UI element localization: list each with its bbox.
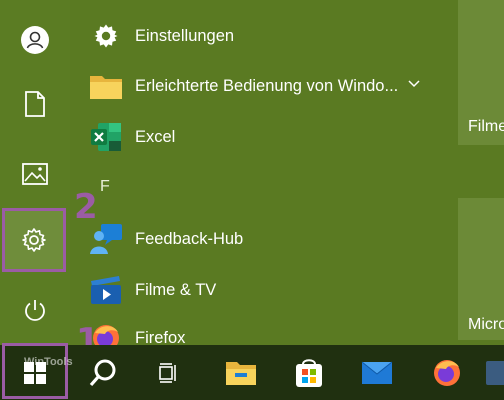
chevron-down-icon[interactable] — [408, 80, 420, 88]
section-letter[interactable]: F — [100, 178, 110, 196]
microsoft-store-button[interactable] — [282, 345, 336, 400]
firefox-icon — [434, 359, 460, 386]
gear-icon — [22, 228, 46, 252]
power-icon — [25, 300, 45, 321]
image-icon — [22, 163, 48, 185]
app-item-feedback-hub[interactable]: Feedback-Hub — [70, 215, 450, 263]
app-item-einstellungen[interactable]: Einstellungen — [70, 12, 450, 60]
app-label: Erleichterte Bedienung von Windo... — [135, 76, 399, 95]
app-label: Einstellungen — [135, 26, 235, 45]
tile-label: Filme — [468, 118, 504, 135]
mail-button[interactable] — [350, 345, 404, 400]
app-label: Filme & TV — [135, 280, 217, 299]
settings-button[interactable] — [2, 208, 66, 272]
microsoft-store-icon — [296, 358, 322, 387]
feedback-hub-icon — [88, 221, 124, 257]
power-button[interactable] — [0, 278, 70, 342]
mail-icon — [361, 361, 393, 384]
taskbar-item-partial[interactable] — [486, 345, 504, 400]
app-label: Excel — [135, 127, 176, 146]
task-view-icon — [159, 362, 176, 383]
documents-button[interactable] — [0, 72, 70, 136]
app-label: Feedback-Hub — [135, 229, 244, 248]
excel-icon — [88, 119, 124, 155]
app-item-excel[interactable]: Excel — [70, 113, 450, 161]
search-icon — [89, 359, 116, 386]
partial-app-icon — [486, 360, 504, 385]
app-item-filme-tv[interactable]: Filme & TV — [70, 266, 450, 314]
file-explorer-button[interactable] — [214, 345, 268, 400]
tile-label: Micro — [468, 316, 504, 333]
task-view-button[interactable] — [141, 345, 195, 400]
app-item-accessibility-folder[interactable]: Erleichterte Bedienung von Windo... — [70, 62, 450, 110]
file-explorer-icon — [226, 361, 256, 385]
movies-tv-icon — [88, 272, 124, 308]
folder-icon — [88, 68, 124, 104]
firefox-taskbar-button[interactable] — [420, 345, 474, 400]
watermark: WinTools — [24, 356, 73, 368]
taskbar — [0, 345, 504, 400]
gear-icon — [88, 18, 124, 54]
account-button[interactable] — [0, 8, 70, 72]
tile-filme[interactable]: Filme — [458, 0, 504, 145]
search-button[interactable] — [76, 345, 130, 400]
tile-micro[interactable]: Micro — [458, 198, 504, 340]
pictures-button[interactable] — [0, 142, 70, 206]
app-list: Einstellungen Erleichterte Bedienung von… — [70, 0, 450, 351]
document-icon — [25, 91, 45, 117]
start-button-highlight — [2, 343, 68, 399]
user-icon — [21, 26, 49, 54]
